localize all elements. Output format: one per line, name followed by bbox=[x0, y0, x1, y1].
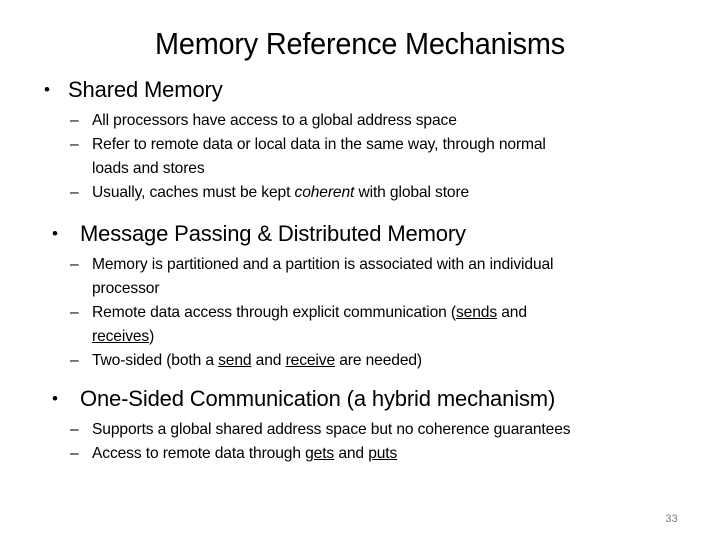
bullet-dot-icon: • bbox=[44, 80, 50, 99]
sub-bullet-text-line1: Refer to remote data or local data in th… bbox=[92, 136, 546, 153]
sub-bullet-text-prefix: Access to remote data through bbox=[92, 445, 306, 462]
sub-bullet-text-suffix: are needed) bbox=[335, 352, 422, 369]
sub-bullet-text-line1: Memory is partitioned and a partition is… bbox=[92, 256, 554, 273]
dash-icon: – bbox=[70, 184, 79, 201]
bullet-dot-icon: • bbox=[52, 224, 58, 243]
underlined-term-receive: receive bbox=[285, 352, 336, 369]
bullet-one-sided-communication: • One-Sided Communication (a hybrid mecha… bbox=[0, 385, 720, 412]
underlined-term-gets: gets bbox=[305, 445, 335, 462]
slide-page-number: 33 bbox=[665, 513, 678, 525]
sub-bullet-text-prefix: Usually, caches must be kept bbox=[92, 184, 295, 201]
emphasis-coherent: coherent bbox=[294, 184, 355, 201]
sub-bullet-global-shared-no-coherence: – Supports a global shared address space … bbox=[0, 418, 720, 442]
bullet-shared-memory-label: Shared Memory bbox=[68, 77, 223, 102]
bullet-shared-memory: • Shared Memory bbox=[0, 76, 720, 103]
sub-bullet-text-prefix: Two-sided (both a bbox=[92, 352, 219, 369]
bullet-one-sided-label: One-Sided Communication (a hybrid mechan… bbox=[80, 386, 556, 411]
sub-bullet-two-sided: – Two-sided (both a send and receive are … bbox=[0, 349, 720, 373]
sub-bullet-text-suffix: with global store bbox=[354, 184, 470, 201]
underlined-term-sends: sends bbox=[455, 304, 497, 321]
bullet-message-passing: • Message Passing & Distributed Memory bbox=[0, 220, 720, 247]
presentation-slide: Memory Reference Mechanisms • Shared Memo… bbox=[0, 0, 720, 540]
slide-body: • Shared Memory – All processors have acce… bbox=[0, 76, 720, 466]
dash-icon: – bbox=[70, 304, 79, 321]
dash-icon: – bbox=[70, 112, 79, 129]
sub-bullet-refer-remote-local: – Refer to remote data or local data in t… bbox=[0, 133, 720, 181]
sub-bullet-text-mid: and bbox=[497, 304, 527, 321]
sub-bullet-global-address-space: – All processors have access to a global … bbox=[0, 109, 720, 133]
sub-bullet-text-prefix: Remote data access through explicit comm… bbox=[92, 304, 456, 321]
sub-bullet-text-suffix: ) bbox=[149, 328, 155, 345]
sub-bullet-text-mid: and bbox=[334, 445, 369, 462]
underlined-term-receives: receives bbox=[92, 328, 150, 345]
sub-bullet-text: All processors have access to a global a… bbox=[92, 112, 457, 129]
sub-bullet-gets-puts: – Access to remote data through gets and … bbox=[0, 442, 720, 466]
dash-icon: – bbox=[70, 352, 79, 369]
sub-bullet-text-mid: and bbox=[251, 352, 286, 369]
bullet-message-passing-label: Message Passing & Distributed Memory bbox=[80, 221, 466, 246]
bullet-group-one-sided: • One-Sided Communication (a hybrid mecha… bbox=[0, 385, 720, 466]
sub-bullet-memory-partitioned: – Memory is partitioned and a partition i… bbox=[0, 253, 720, 301]
dash-icon: – bbox=[70, 445, 79, 462]
dash-icon: – bbox=[70, 421, 79, 438]
sub-bullet-caches-coherent: – Usually, caches must be kept coherent w… bbox=[0, 181, 720, 205]
bullet-dot-icon: • bbox=[52, 389, 58, 408]
sub-bullet-text: Supports a global shared address space b… bbox=[92, 421, 571, 438]
bullet-group-message-passing: • Message Passing & Distributed Memory – M… bbox=[0, 220, 720, 373]
bullet-group-shared-memory: • Shared Memory – All processors have acce… bbox=[0, 76, 720, 205]
dash-icon: – bbox=[70, 256, 79, 273]
dash-icon: – bbox=[70, 136, 79, 153]
underlined-term-send: send bbox=[218, 352, 252, 369]
sub-bullet-wrapped-line: receives) bbox=[92, 325, 692, 349]
sub-bullet-text-line2: loads and stores bbox=[92, 160, 205, 177]
sub-bullet-text-line2: processor bbox=[92, 280, 160, 297]
underlined-term-puts: puts bbox=[368, 445, 398, 462]
sub-bullet-remote-data-access: – Remote data access through explicit com… bbox=[0, 301, 720, 349]
slide-title: Memory Reference Mechanisms bbox=[155, 26, 565, 61]
